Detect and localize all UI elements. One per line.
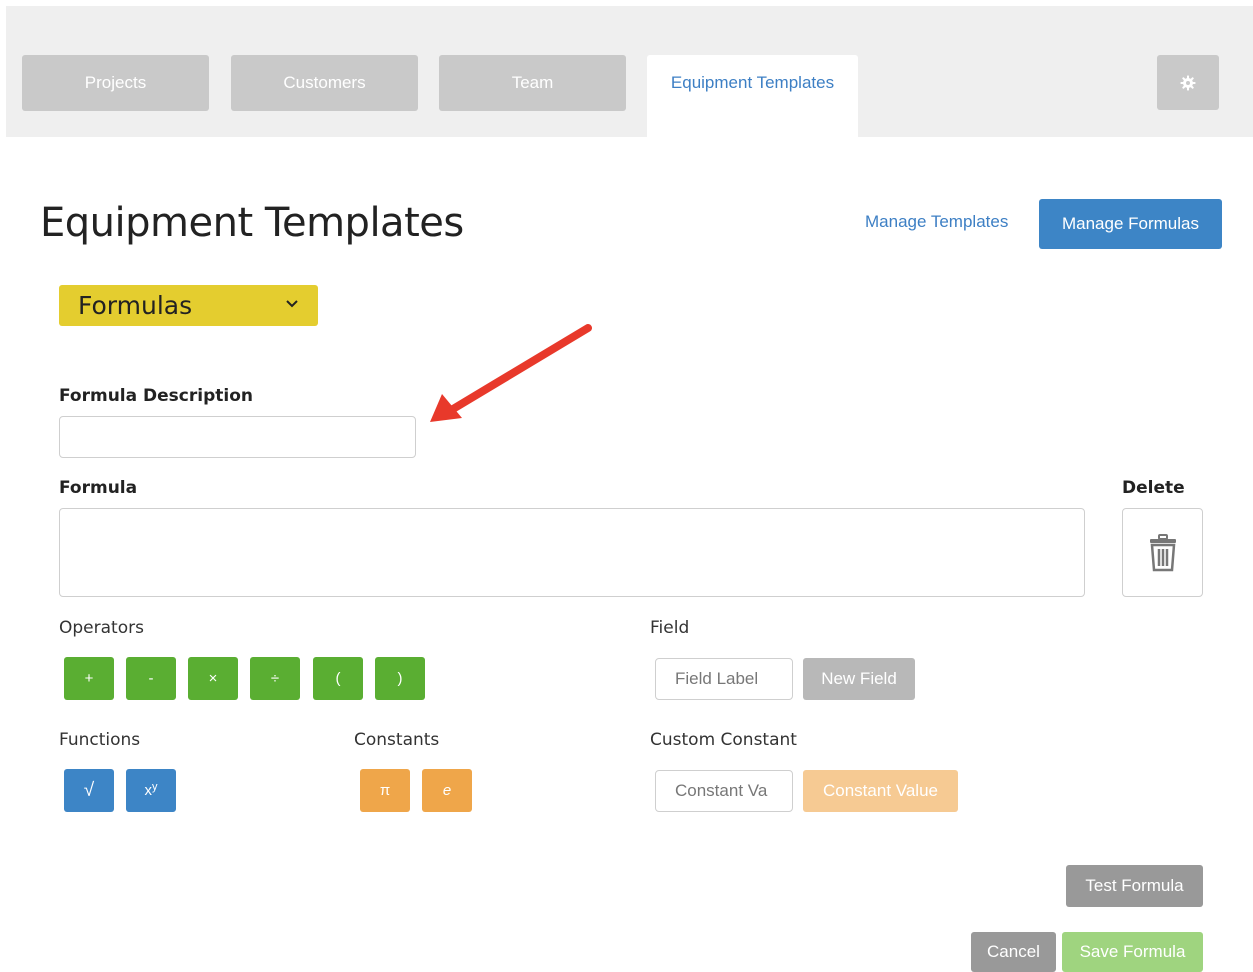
sqrt-function-button[interactable]: √ — [64, 769, 114, 812]
operator-multiply-button[interactable]: × — [188, 657, 238, 700]
save-formula-button[interactable]: Save Formula — [1062, 932, 1203, 972]
page-title: Equipment Templates — [40, 200, 464, 246]
operator-plus-button[interactable]: + — [64, 657, 114, 700]
test-formula-button[interactable]: Test Formula — [1066, 865, 1203, 907]
power-function-button[interactable]: xy — [126, 769, 176, 812]
power-exponent: y — [152, 780, 158, 793]
power-base: x — [144, 782, 153, 799]
settings-button[interactable] — [1157, 55, 1219, 110]
field-label: Field — [650, 618, 690, 638]
tab-customers[interactable]: Customers — [231, 55, 418, 111]
constant-value-input[interactable] — [655, 770, 793, 812]
gear-icon — [1180, 75, 1196, 90]
operators-label: Operators — [59, 618, 144, 638]
tab-projects[interactable]: Projects — [22, 55, 209, 111]
tab-label: Equipment Templates — [670, 73, 835, 92]
field-label-input[interactable] — [655, 658, 793, 700]
tab-label: Team — [511, 73, 554, 92]
page: Projects Customers Team Equipment Templa… — [0, 0, 1253, 972]
manage-templates-link[interactable]: Manage Templates — [865, 212, 1008, 232]
operator-minus-button[interactable]: - — [126, 657, 176, 700]
formula-label: Formula — [59, 478, 138, 498]
manage-formulas-button[interactable]: Manage Formulas — [1039, 199, 1222, 249]
new-field-button[interactable]: New Field — [803, 658, 915, 700]
e-constant-button[interactable]: e — [422, 769, 472, 812]
formula-input[interactable] — [59, 508, 1085, 597]
type-select-value: Formulas — [78, 291, 193, 320]
formula-description-input[interactable] — [59, 416, 416, 458]
tab-label: Projects — [84, 73, 147, 92]
delete-button[interactable] — [1122, 508, 1203, 597]
functions-label: Functions — [59, 730, 141, 750]
custom-constant-label: Custom Constant — [650, 730, 797, 750]
delete-label: Delete — [1122, 478, 1185, 498]
cancel-button[interactable]: Cancel — [971, 932, 1056, 972]
operator-close-paren-button[interactable]: ) — [375, 657, 425, 700]
annotation-arrow-icon — [430, 324, 592, 422]
pi-constant-button[interactable]: π — [360, 769, 410, 812]
constants-label: Constants — [354, 730, 440, 750]
operator-open-paren-button[interactable]: ( — [313, 657, 363, 700]
type-select[interactable]: Formulas — [59, 285, 318, 326]
top-nav: Projects Customers Team Equipment Templa… — [6, 6, 1253, 137]
formula-description-label: Formula Description — [59, 386, 253, 406]
trash-icon — [1149, 533, 1176, 571]
tab-team[interactable]: Team — [439, 55, 626, 111]
tab-equipment-templates[interactable]: Equipment Templates — [647, 55, 858, 137]
operator-divide-button[interactable]: ÷ — [250, 657, 300, 700]
constant-value-button[interactable]: Constant Value — [803, 770, 958, 812]
chevron-down-icon — [286, 300, 298, 308]
tab-label: Customers — [283, 73, 366, 92]
